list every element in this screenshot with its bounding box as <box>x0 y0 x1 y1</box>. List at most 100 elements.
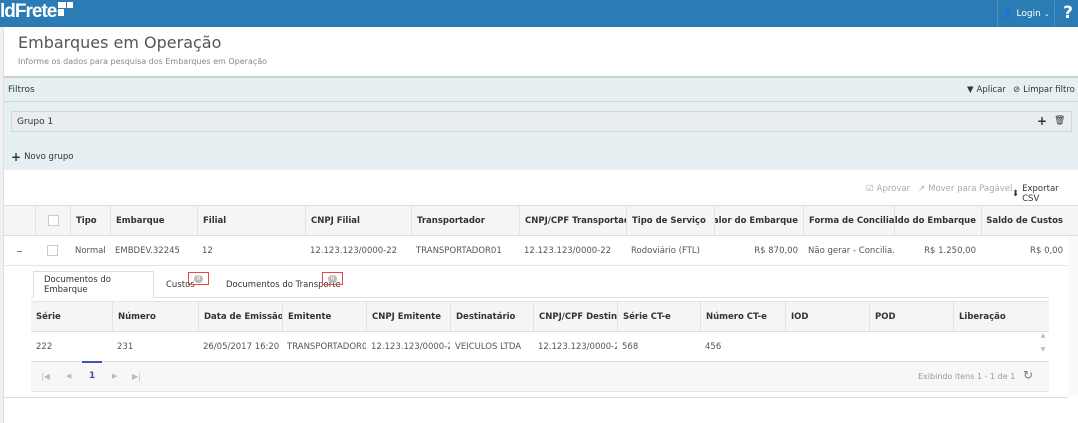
column-header[interactable]: Transportador <box>411 205 519 236</box>
column-header[interactable]: Forma de Concilia... <box>803 205 894 236</box>
check-square-icon: ☑ <box>866 184 874 194</box>
column-header[interactable]: Tipo de Serviço <box>626 205 714 236</box>
table-cell: 12.123.123/0000-22 <box>371 341 450 352</box>
transporte-badge: 0 <box>322 272 343 285</box>
apply-button[interactable]: ▼ Aplicar <box>967 85 1006 95</box>
column-header[interactable]: POD <box>869 301 953 332</box>
column-header[interactable]: Série CT-e <box>617 301 700 332</box>
select-all-checkbox[interactable] <box>35 205 70 236</box>
new-group-button[interactable]: + Novo grupo <box>11 150 73 164</box>
page-subtitle: Informe os dados para pesquisa dos Embar… <box>18 57 268 66</box>
badge-count: 0 <box>327 274 338 283</box>
column-header[interactable]: CNPJ/CPF Transportador <box>519 205 626 236</box>
custos-badge: 0 <box>188 272 209 285</box>
clear-label: Limpar filtro <box>1023 85 1075 95</box>
new-group-label: Novo grupo <box>24 152 74 162</box>
table-cell: 456 <box>705 341 722 352</box>
tab-documentos-embarque[interactable]: Documentos do Embarque <box>33 271 154 298</box>
column-header[interactable]: Série <box>31 301 112 332</box>
column-header[interactable]: Data de Emissão <box>198 301 282 332</box>
column-header[interactable]: Saldo do Embarque <box>894 205 981 236</box>
table-cell <box>953 332 1037 361</box>
top-bar: ldFrete 👤 Login ⌄ ? <box>0 0 1078 27</box>
main-scrollbar[interactable] <box>1068 236 1078 396</box>
page-title: Embarques em Operação <box>18 33 222 52</box>
move-label: Mover para Pagável <box>928 184 1013 194</box>
trash-icon[interactable]: 🗑 <box>1054 116 1065 126</box>
table-cell: Rodoviário (FTL) <box>631 245 700 256</box>
plus-icon: + <box>11 150 22 164</box>
row-checkbox[interactable] <box>35 236 70 265</box>
next-page-icon[interactable]: ▶ <box>112 372 117 380</box>
refresh-icon[interactable]: ↻ <box>1023 368 1033 382</box>
login-button[interactable]: 👤 Login ⌄ <box>997 0 1055 27</box>
detail-scrollbar[interactable]: ▲ ▼ <box>1037 332 1049 361</box>
table-cell: R$ 0,00 <box>1030 245 1063 256</box>
filter-group: Grupo 1 + 🗑 <box>11 111 1072 132</box>
table-cell: 12.123.123/0000-22 <box>524 245 612 256</box>
collapse-row-button[interactable]: – <box>4 236 35 265</box>
logo: ldFrete <box>0 1 73 23</box>
pager: |◀ ◀ 1 ▶ ▶| Exibindo itens 1 - 1 de 1 ↻ <box>31 361 1049 392</box>
row-divider <box>4 265 1068 266</box>
approve-label: Aprovar <box>876 184 911 194</box>
clear-filter-button[interactable]: ⊘ Limpar filtro <box>1013 85 1075 95</box>
move-payable-button[interactable]: ↗ Mover para Pagável <box>918 184 1012 194</box>
column-header[interactable]: Emitente <box>282 301 366 332</box>
export-label: Exportar CSV <box>1022 184 1059 204</box>
current-page-indicator <box>82 361 102 363</box>
badge-count: 0 <box>193 274 204 283</box>
ban-icon: ⊘ <box>1013 85 1021 95</box>
approve-button[interactable]: ☑ Aprovar <box>866 184 910 194</box>
column-header[interactable]: Destinatário <box>450 301 533 332</box>
table-cell: R$ 1.250,00 <box>924 245 976 256</box>
table-cell: 568 <box>622 341 639 352</box>
column-header[interactable]: Número <box>112 301 198 332</box>
pager-info: Exibindo itens 1 - 1 de 1 <box>918 372 1016 381</box>
filters-header: Filtros ▼ Aplicar ⊘ Limpar filtro <box>4 78 1078 102</box>
table-cell: 12 <box>202 245 213 256</box>
column-header[interactable]: CNPJ Emitente <box>366 301 450 332</box>
user-icon: 👤 <box>1002 8 1014 19</box>
column-header[interactable]: IOD <box>785 301 869 332</box>
column-header[interactable]: Tipo <box>70 205 110 236</box>
table-cell: VEICULOS LTDA <box>455 341 522 352</box>
help-button[interactable]: ? <box>1058 0 1078 27</box>
chevron-down-icon: ⌄ <box>1043 9 1050 18</box>
page-1-button[interactable]: 1 <box>89 371 95 381</box>
column-header[interactable]: Valor do Embarque <box>714 205 803 236</box>
table-cell: Não gerar - Concilia... <box>808 245 894 256</box>
table-cell: 26/05/2017 16:20 <box>203 341 280 352</box>
filters-panel: Filtros ▼ Aplicar ⊘ Limpar filtro Grupo 1 … <box>4 76 1078 170</box>
group-label: Grupo 1 <box>17 117 54 127</box>
add-icon[interactable]: + <box>1037 114 1047 128</box>
table-cell <box>785 332 869 361</box>
table-cell: TRANSPORTADOR01 <box>287 341 366 352</box>
filter-icon: ▼ <box>967 85 974 95</box>
download-icon: ⬇ <box>1012 189 1020 199</box>
table-cell: 222 <box>36 341 53 352</box>
column-header[interactable]: Embarque <box>110 205 197 236</box>
column-header[interactable]: Número CT-e <box>700 301 785 332</box>
column-header[interactable]: CNPJ Filial <box>305 205 411 236</box>
bottom-divider <box>4 397 1068 398</box>
column-header[interactable]: Saldo de Custos <box>981 205 1068 236</box>
table-cell: 231 <box>117 341 134 352</box>
table-cell: R$ 870,00 <box>754 245 798 256</box>
column-header[interactable]: Liberação <box>953 301 1037 332</box>
prev-page-icon[interactable]: ◀ <box>66 372 71 380</box>
login-label: Login <box>1016 8 1041 19</box>
column-header[interactable]: Filial <box>197 205 305 236</box>
table-cell: EMBDEV.32245 <box>115 245 180 256</box>
export-csv-button[interactable]: ⬇ Exportar CSV <box>1012 184 1078 204</box>
apply-label: Aplicar <box>976 85 1006 95</box>
filters-title: Filtros <box>8 85 35 95</box>
table-cell <box>869 332 953 361</box>
first-page-icon[interactable]: |◀ <box>41 372 50 381</box>
column-header[interactable]: CNPJ/CPF Destin... <box>533 301 617 332</box>
last-page-icon[interactable]: ▶| <box>132 372 141 381</box>
table-cell: Normal <box>75 245 106 256</box>
tab-label: Documentos do Embarque <box>44 274 111 295</box>
table-cell: 12.123.123/0000-22 <box>538 341 617 352</box>
table-cell: TRANSPORTADOR01 <box>416 245 502 256</box>
